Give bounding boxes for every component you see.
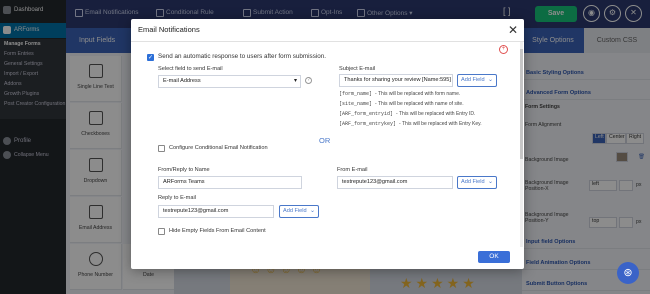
- code-tag: [ARF_form_entrykey]: [339, 121, 397, 127]
- from-email-add-field-label: Add Field: [461, 179, 485, 185]
- code-desc: - This will be replaced with name of sit…: [375, 101, 464, 107]
- from-name-input[interactable]: ARForms Teams: [158, 176, 302, 189]
- code-desc: - This will be replaced with Entry Key.: [399, 121, 482, 127]
- from-email-input[interactable]: testrepute123@gmail.com: [337, 176, 453, 189]
- code-tag: [form_name]: [339, 91, 373, 97]
- code-entry-id: [ARF_form_entryid] - This will be replac…: [339, 111, 475, 117]
- help-icon[interactable]: +: [499, 45, 508, 54]
- conditional-checkbox[interactable]: [158, 145, 165, 152]
- code-site-name: [site_name] - This will be replaced with…: [339, 101, 464, 107]
- code-tag: [ARF_form_entryid]: [339, 111, 394, 117]
- subject-input[interactable]: Thanks for sharing your review [Name:595…: [339, 74, 453, 87]
- code-entry-key: [ARF_form_entrykey] - This will be repla…: [339, 121, 482, 127]
- select-field-label: Select field to send E-mail: [158, 66, 223, 72]
- subject-add-field-button[interactable]: Add Field ⌄: [457, 74, 497, 87]
- subject-label: Subject E-mail: [339, 66, 376, 72]
- chevron-down-icon: ⌄: [487, 77, 493, 83]
- close-icon[interactable]: ✕: [508, 23, 518, 37]
- from-name-label: From/Reply to Name: [158, 167, 210, 173]
- or-separator: OR: [319, 136, 331, 145]
- reply-to-add-field-label: Add Field: [283, 208, 307, 214]
- from-email-add-field-button[interactable]: Add Field ⌄: [457, 176, 497, 189]
- ok-button[interactable]: OK: [478, 251, 510, 263]
- modal-divider: [131, 41, 524, 42]
- modal-scrollbar-thumb[interactable]: [520, 49, 523, 159]
- send-auto-checkbox[interactable]: ✓: [147, 54, 154, 61]
- subject-add-field-label: Add Field: [461, 77, 485, 83]
- help-lifebuoy-icon[interactable]: ⊛: [617, 262, 639, 284]
- email-notifications-modal: Email Notifications ✕ + ✓ Send an automa…: [131, 19, 524, 269]
- code-form-name: [form_name] - This will be replaced with…: [339, 91, 460, 97]
- hide-empty-checkbox[interactable]: [158, 228, 165, 235]
- code-tag: [site_name]: [339, 101, 373, 107]
- from-email-label: From E-mail: [337, 167, 368, 173]
- reply-to-add-field-button[interactable]: Add Field ⌄: [279, 205, 319, 218]
- reply-to-label: Reply to E-mail: [158, 195, 196, 201]
- select-field-dropdown[interactable]: E-mail Address ▾: [158, 75, 301, 88]
- reply-to-input[interactable]: testrepute123@gmail.com: [158, 205, 274, 218]
- modal-title: Email Notifications: [138, 25, 200, 34]
- chevron-down-icon: ⌄: [309, 208, 315, 214]
- code-desc: - This will be replaced with Entry ID.: [396, 111, 476, 117]
- select-field-value: E-mail Address: [163, 78, 201, 84]
- code-desc: - This will be replaced with form name.: [375, 91, 461, 97]
- send-auto-label: Send an automatic response to users afte…: [158, 53, 326, 60]
- hide-empty-label: Hide Empty Fields From Email Content: [169, 228, 266, 234]
- conditional-label: Configure Conditional Email Notification: [169, 145, 268, 151]
- chevron-down-icon: ⌄: [487, 179, 493, 185]
- info-icon[interactable]: ?: [305, 77, 312, 84]
- caret-down-icon: ▾: [293, 78, 297, 84]
